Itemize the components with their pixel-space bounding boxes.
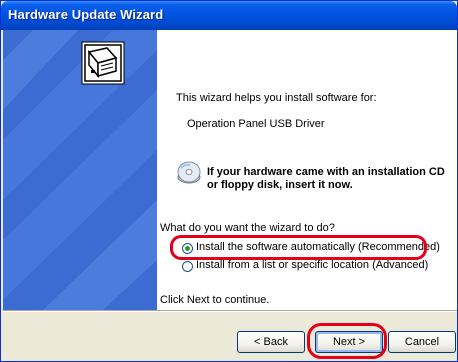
banner-graphic <box>3 30 157 310</box>
title-bar[interactable]: Hardware Update Wizard <box>1 1 457 30</box>
cd-notice-line2: or floppy disk, insert it now. <box>207 179 353 191</box>
wizard-banner <box>3 30 157 310</box>
question-text: What do you want the wizard to do? <box>160 222 335 234</box>
radio-install-from-list[interactable] <box>182 261 193 272</box>
cancel-button[interactable]: Cancel <box>388 331 456 353</box>
highlight-recommended-option <box>170 235 427 260</box>
hardware-card-icon <box>81 41 125 85</box>
wizard-window: Hardware Update Wizard This wizard helps… <box>0 0 458 362</box>
cd-icon <box>177 161 201 184</box>
wizard-content: This wizard helps you install software f… <box>157 30 457 310</box>
intro-text: This wizard helps you install software f… <box>176 92 377 104</box>
device-name: Operation Panel USB Driver <box>187 118 325 130</box>
footer-divider <box>3 310 457 312</box>
back-button[interactable]: < Back <box>237 331 305 353</box>
option-install-from-list-label[interactable]: Install from a list or specific location… <box>196 259 428 271</box>
highlight-next-button <box>307 323 387 359</box>
footer-hint: Click Next to continue. <box>160 294 270 306</box>
cd-notice-line1: If your hardware came with an installati… <box>207 166 445 178</box>
window-title: Hardware Update Wizard <box>8 7 164 22</box>
